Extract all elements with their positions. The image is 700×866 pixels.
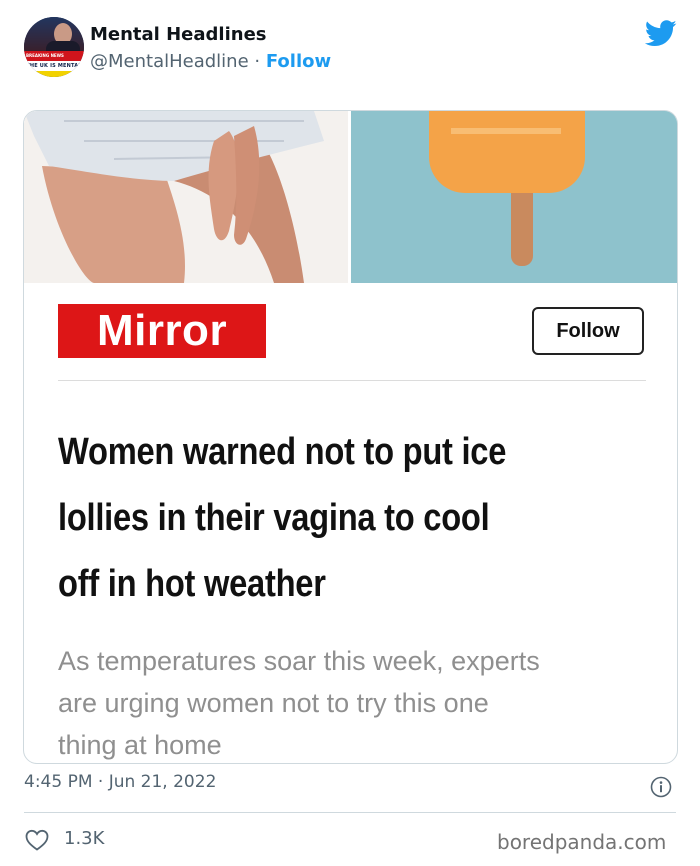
info-icon[interactable] <box>650 776 672 798</box>
article-photo-left <box>24 111 348 283</box>
avatar-caption: THE UK IS MENTAL <box>26 63 82 69</box>
standfirst-line: are urging women not to try this one <box>58 688 489 718</box>
standfirst-line: As temperatures soar this week, experts <box>58 646 540 676</box>
watermark: boredpanda.com <box>497 830 667 854</box>
user-handle[interactable]: @MentalHeadline <box>90 51 249 72</box>
avatar-badge: BREAKING NEWS <box>26 53 64 58</box>
follow-link[interactable]: Follow <box>266 51 331 72</box>
avatar[interactable]: BREAKING NEWS THE UK IS MENTAL <box>24 17 84 77</box>
heart-icon[interactable] <box>24 828 50 852</box>
twitter-bird-icon[interactable] <box>645 20 677 47</box>
article-card[interactable]: Mirror Follow Women warned not to put ic… <box>23 110 678 764</box>
article-photo-left-drawing <box>24 111 348 283</box>
card-divider <box>58 380 646 381</box>
article-photo-right <box>351 111 677 283</box>
standfirst-line: thing at home <box>58 730 222 760</box>
article-standfirst: As temperatures soar this week, experts … <box>58 640 648 763</box>
popsicle-drawing <box>351 111 677 283</box>
publisher-follow-button[interactable]: Follow <box>532 307 644 355</box>
footer-divider <box>24 812 676 813</box>
handle-separator: · <box>254 51 261 72</box>
article-headline[interactable]: Women warned not to put ice lollies in t… <box>58 419 574 617</box>
like-count[interactable]: 1.3K <box>64 828 104 849</box>
avatar-ticker <box>24 71 84 77</box>
headline-line: off in hot weather <box>58 563 326 605</box>
handle-line: @MentalHeadline · Follow <box>90 51 331 72</box>
headline-line: lollies in their vagina to cool <box>58 497 490 539</box>
tweet-timestamp[interactable]: 4:45 PM · Jun 21, 2022 <box>24 772 216 792</box>
headline-line: Women warned not to put ice <box>58 431 507 473</box>
display-name[interactable]: Mental Headlines <box>90 24 267 45</box>
mirror-logo[interactable]: Mirror <box>58 304 266 358</box>
